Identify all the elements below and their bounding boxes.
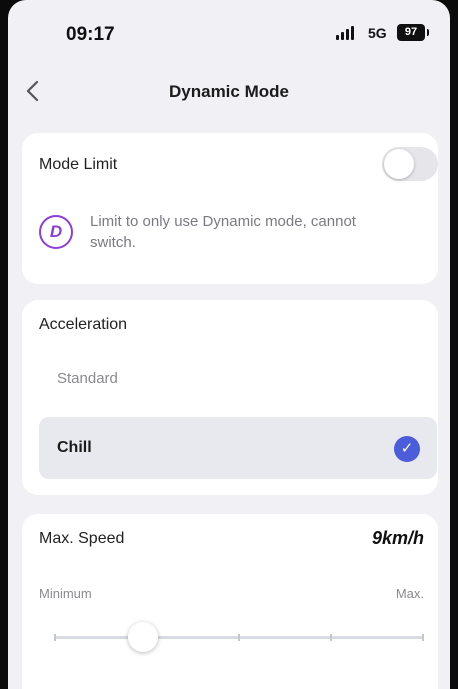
slider-min-label: Minimum (39, 586, 92, 601)
mode-limit-description: Limit to only use Dynamic mode, cannot s… (90, 213, 356, 251)
nav-bar: Dynamic Mode (8, 64, 450, 118)
slider-thumb[interactable] (127, 622, 158, 652)
max-speed-title: Max. Speed (39, 530, 125, 547)
signal-icon (336, 26, 354, 40)
slider-tick (238, 634, 240, 641)
acceleration-option-label: Chill (57, 439, 92, 456)
mode-limit-toggle[interactable] (382, 147, 438, 181)
slider-tick (54, 634, 56, 641)
acceleration-title: Acceleration (39, 316, 128, 333)
acceleration-option-chill[interactable]: Chill ✓ (39, 417, 437, 479)
app-screen: 09:17 5G 97 Dynamic Mode Mode Limit D Li… (8, 0, 450, 689)
mode-limit-label: Mode Limit (39, 156, 118, 173)
max-speed-value-wrap: 9km/h (304, 514, 424, 554)
max-speed-value: 9km/h (371, 528, 424, 548)
max-speed-slider[interactable] (54, 622, 424, 652)
dynamic-mode-icon: D (39, 215, 73, 249)
network-label: 5G (368, 25, 387, 41)
max-speed-card: Max. Speed 9km/h Minimum Max. (22, 514, 438, 689)
slider-tick (330, 634, 332, 641)
checkmark-icon: ✓ (394, 436, 420, 462)
page-title: Dynamic Mode (169, 82, 289, 101)
mode-limit-card: Mode Limit D Limit to only use Dynamic m… (22, 133, 438, 284)
status-time: 09:17 (66, 24, 115, 45)
slider-max-label: Max. (395, 586, 424, 601)
acceleration-option-standard[interactable]: Standard (57, 370, 118, 387)
slider-tick (422, 634, 424, 641)
toggle-knob (384, 149, 414, 179)
status-bar: 09:17 5G 97 (8, 0, 450, 64)
acceleration-card: Acceleration Standard Chill ✓ (22, 300, 438, 495)
battery-icon: 97 (397, 24, 429, 41)
